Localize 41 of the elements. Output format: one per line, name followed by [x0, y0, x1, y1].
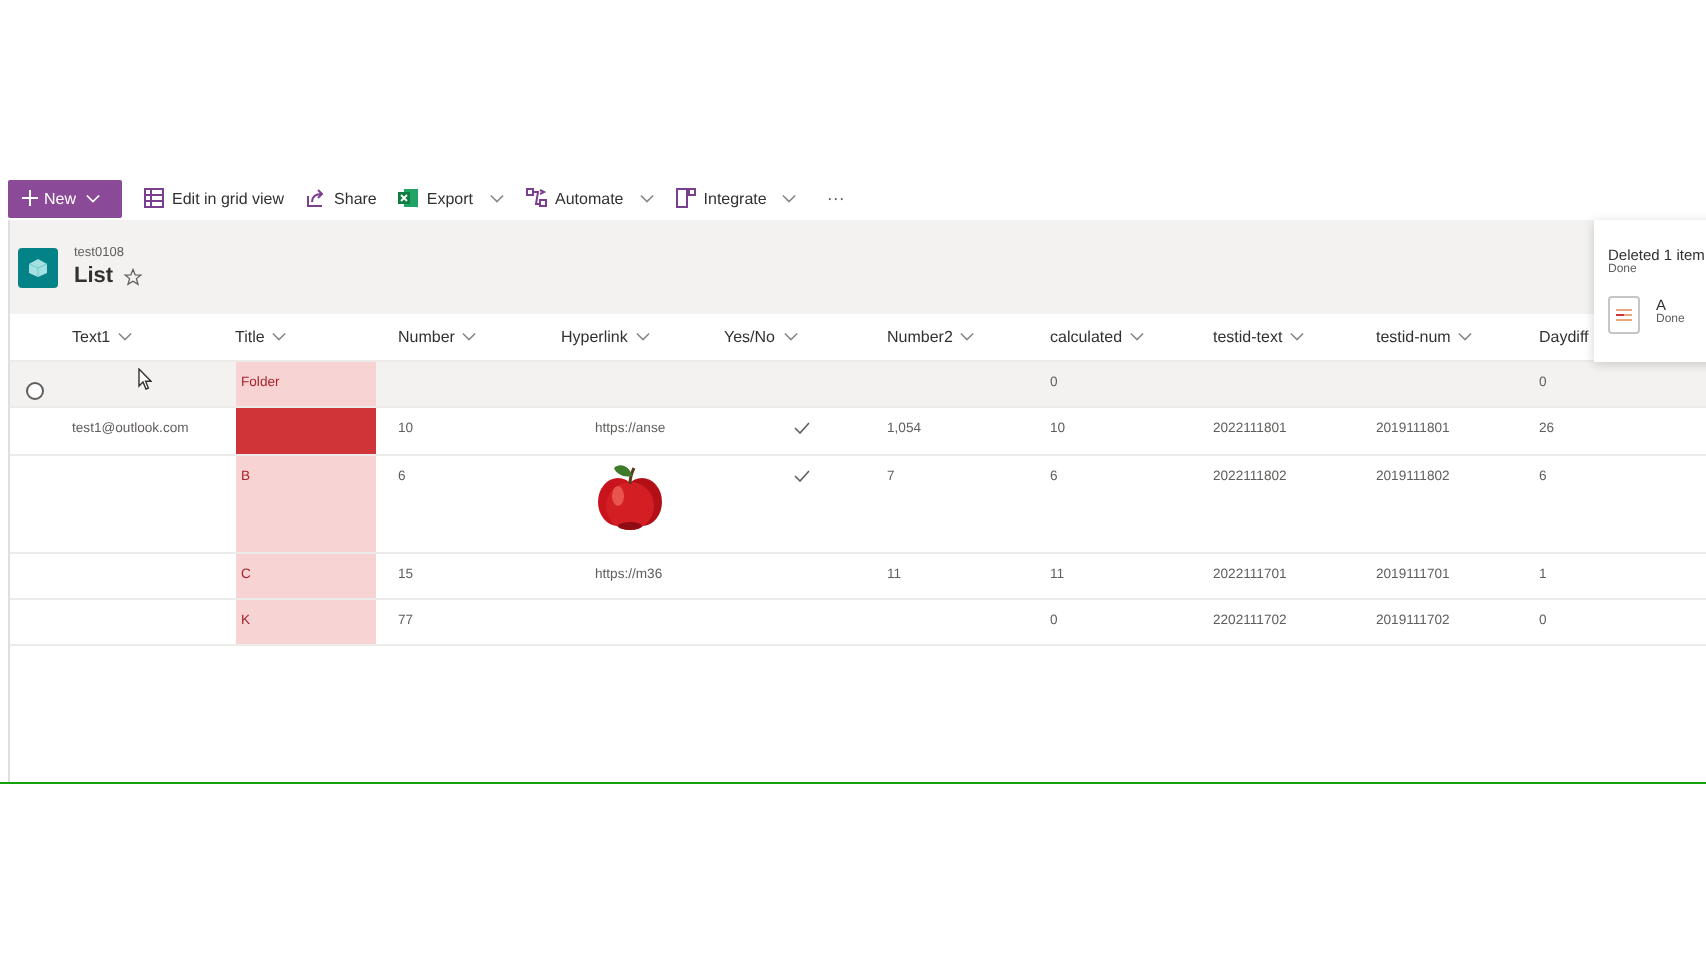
column-header[interactable]: Yes/No [724, 328, 797, 346]
toolbar-button[interactable]: Export [398, 188, 504, 208]
chevron-icon [782, 193, 797, 203]
chevron-icon [639, 193, 654, 203]
column-header[interactable]: Hyperlink [561, 328, 650, 346]
toolbar-button[interactable]: Integrate [675, 188, 797, 208]
mouse-pointer-icon [138, 368, 152, 390]
integrate-icon [675, 188, 696, 208]
toolbar-button[interactable]: Automate [525, 188, 654, 208]
flow-icon [525, 188, 548, 208]
chevron-icon [1290, 332, 1305, 342]
column-header[interactable]: calculated [1050, 328, 1145, 346]
list-item-icon [1608, 296, 1640, 334]
share-icon [306, 188, 327, 208]
chevron-icon [1458, 332, 1473, 342]
column-header[interactable]: testid-text [1213, 328, 1305, 346]
list-logo-icon [18, 247, 58, 287]
excel-icon [398, 188, 419, 208]
column-header[interactable]: Number [398, 328, 477, 346]
column-header[interactable]: Number2 [887, 328, 975, 346]
chevron-icon [462, 332, 477, 342]
new-button[interactable]: New [8, 179, 122, 217]
select-radio[interactable] [26, 382, 44, 400]
chevron-icon [489, 193, 504, 203]
chevron-icon [118, 332, 133, 342]
column-header[interactable]: testid-num [1376, 328, 1473, 346]
chevron-icon [272, 332, 287, 342]
chevron-icon [783, 332, 797, 342]
grid-icon [144, 188, 164, 208]
chevron-icon [1130, 332, 1145, 342]
list-title: List [74, 264, 114, 288]
column-header[interactable]: Title [235, 328, 287, 346]
favorite-star-icon[interactable] [123, 267, 142, 285]
more-button[interactable]: ··· [818, 188, 845, 208]
toolbar-button[interactable]: Edit in grid view [144, 188, 285, 208]
plus-icon [22, 190, 38, 206]
toolbar-button[interactable]: Share [306, 188, 377, 208]
chevron-icon [635, 332, 650, 342]
chevron-icon [86, 193, 101, 203]
chevron-icon [960, 332, 975, 342]
column-header[interactable]: Text1 [72, 328, 133, 346]
